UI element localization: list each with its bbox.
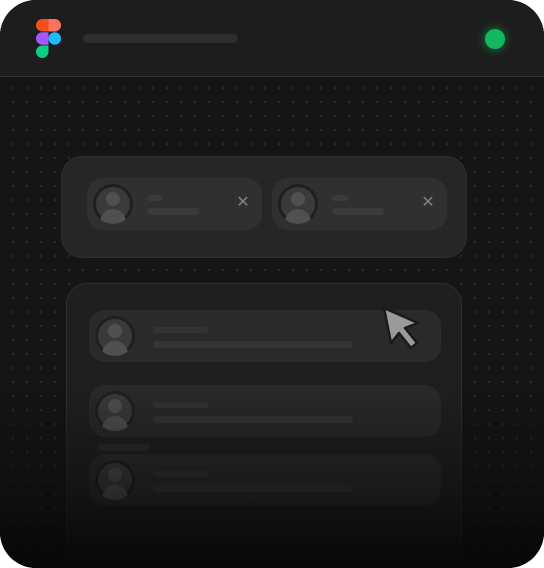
selected-user-chip[interactable]: ✕	[87, 178, 262, 230]
user-name-placeholder	[153, 471, 209, 477]
user-detail-placeholder	[147, 208, 199, 215]
group-separator	[98, 444, 150, 451]
user-detail-placeholder	[153, 416, 353, 423]
avatar	[95, 460, 135, 500]
avatar	[93, 184, 133, 224]
figma-logo-icon	[36, 19, 61, 58]
app-window: ✕ ✕	[0, 0, 544, 568]
avatar	[95, 316, 135, 356]
user-detail-placeholder	[332, 208, 384, 215]
avatar	[95, 391, 135, 431]
selected-users-panel: ✕ ✕	[62, 157, 466, 257]
status-indicator-dot	[485, 29, 505, 49]
user-detail-placeholder	[153, 341, 353, 348]
pointer-cursor-icon	[382, 306, 420, 350]
user-name-placeholder	[147, 195, 163, 201]
user-name-placeholder	[153, 327, 209, 333]
selected-user-chip[interactable]: ✕	[272, 178, 447, 230]
close-icon[interactable]: ✕	[235, 193, 251, 213]
user-name-placeholder	[332, 195, 348, 201]
user-detail-placeholder	[153, 485, 353, 492]
avatar	[278, 184, 318, 224]
close-icon[interactable]: ✕	[420, 193, 436, 213]
list-item[interactable]	[89, 385, 441, 437]
title-bar	[0, 0, 544, 77]
user-name-placeholder	[153, 402, 209, 408]
list-item[interactable]	[89, 454, 441, 506]
window-title-placeholder	[83, 34, 238, 43]
